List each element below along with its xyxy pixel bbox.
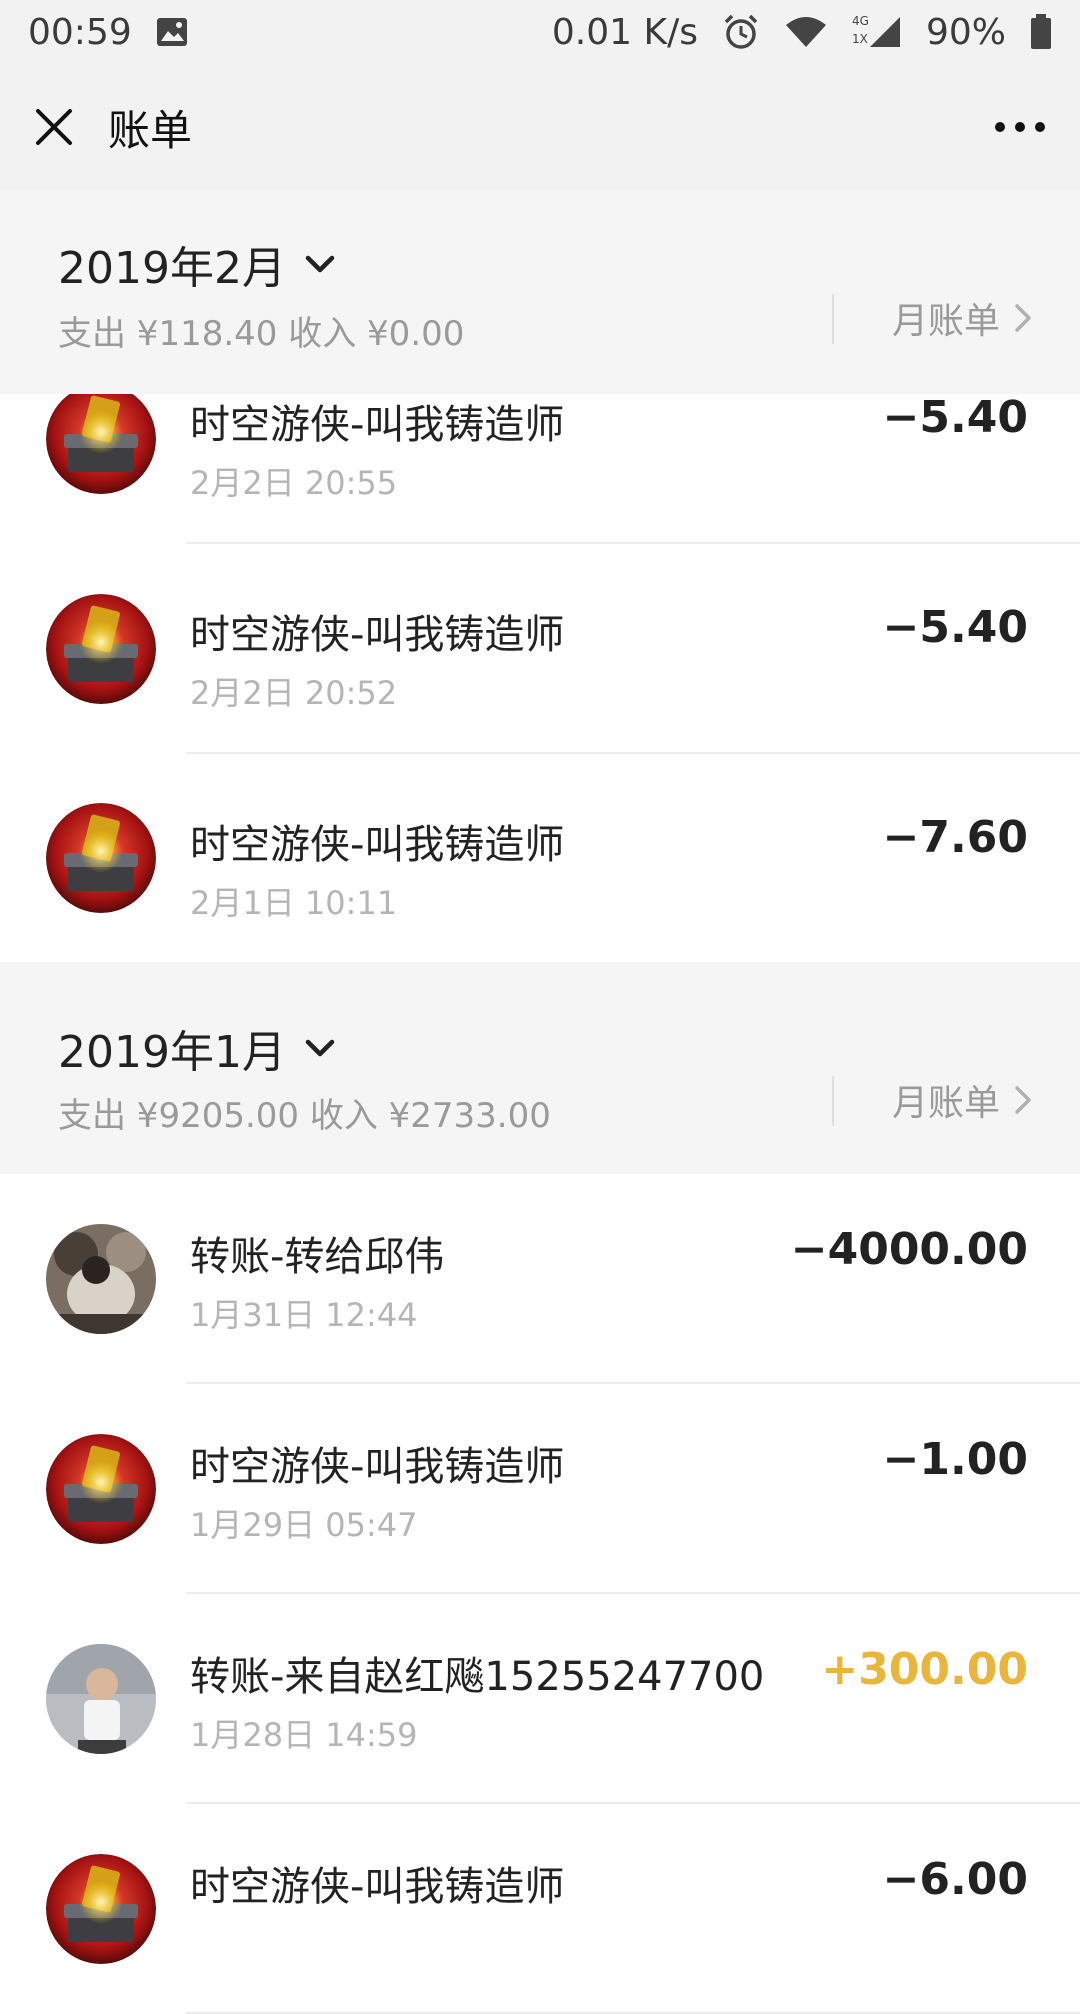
transaction-time: 2月2日 20:52	[190, 674, 398, 712]
status-bar: 00:59 0.01 K/s 4G 1X 90%	[0, 0, 1080, 64]
month-title: 2019年2月	[58, 243, 286, 294]
transaction-row[interactable]: 时空游侠-叫我铸造师 2月2日 20:52 −5.40	[0, 544, 1080, 754]
chevron-down-icon	[305, 255, 335, 273]
game-avatar	[46, 1434, 156, 1544]
user-avatar-1	[46, 1224, 156, 1334]
battery-icon	[1030, 14, 1052, 50]
close-button[interactable]	[34, 107, 74, 147]
transaction-row[interactable]: 转账-来自赵红飚15255247700 1月28日 14:59 +300.00	[0, 1594, 1080, 1804]
transaction-time: 2月2日 20:55	[190, 464, 398, 502]
transaction-title: 转账-来自赵红飚15255247700	[190, 1654, 765, 1700]
close-icon	[36, 109, 72, 145]
game-avatar	[46, 1854, 156, 1964]
transaction-row[interactable]: 时空游侠-叫我铸造师 −6.00	[0, 1804, 1080, 2014]
status-time: 00:59	[28, 11, 132, 53]
monthly-bill-link[interactable]: 月账单	[892, 292, 1032, 344]
net-speed: 0.01 K/s	[551, 11, 698, 53]
divider	[832, 1076, 834, 1126]
transaction-title: 时空游侠-叫我铸造师	[190, 402, 565, 448]
game-avatar	[46, 803, 156, 913]
monthly-bill-label: 月账单	[892, 1083, 1001, 1124]
game-avatar	[46, 384, 156, 494]
transaction-amount: −5.40	[882, 392, 1028, 443]
transaction-amount: −4000.00	[790, 1224, 1028, 1275]
chevron-right-icon	[1015, 304, 1031, 332]
chevron-down-icon	[305, 1039, 335, 1057]
month-header: 2019年1月 支出 ¥9205.00 收入 ¥2733.00 月账单	[0, 962, 1080, 1174]
transaction-title: 转账-转给邱伟	[190, 1234, 445, 1280]
transaction-title: 时空游侠-叫我铸造师	[190, 822, 565, 868]
transaction-amount: −6.00	[882, 1854, 1028, 1905]
monthly-bill-link[interactable]: 月账单	[892, 1074, 1032, 1126]
chevron-right-icon	[1015, 1086, 1031, 1114]
image-icon	[156, 17, 188, 47]
transaction-amount: +300.00	[821, 1644, 1028, 1695]
alarm-icon	[722, 13, 760, 51]
transaction-title: 时空游侠-叫我铸造师	[190, 1444, 565, 1490]
network-type-top: 4G	[851, 14, 869, 28]
monthly-bill-label: 月账单	[892, 301, 1001, 342]
transaction-amount: −1.00	[882, 1434, 1028, 1485]
transaction-row[interactable]: 转账-转给邱伟 1月31日 12:44 −4000.00	[0, 1174, 1080, 1384]
network-type-bottom: 1X	[851, 32, 868, 46]
transaction-title: 时空游侠-叫我铸造师	[190, 1864, 565, 1910]
battery-level: 90%	[925, 11, 1006, 53]
month-header: 2019年2月 支出 ¥118.40 收入 ¥0.00 月账单	[0, 190, 1080, 394]
signal-icon: 4G 1X	[852, 12, 902, 52]
more-button[interactable]	[994, 121, 1046, 133]
wifi-icon	[784, 15, 828, 49]
divider	[832, 294, 834, 344]
page-title: 账单	[108, 105, 193, 155]
transaction-row[interactable]: 时空游侠-叫我铸造师 1月29日 05:47 −1.00	[0, 1384, 1080, 1594]
transaction-amount: −7.60	[882, 812, 1028, 863]
transaction-time: 1月31日 12:44	[190, 1296, 418, 1334]
month-summary: 支出 ¥118.40 收入 ¥0.00	[58, 314, 465, 354]
transaction-row[interactable]: 时空游侠-叫我铸造师 2月1日 10:11 −7.60	[0, 754, 1080, 962]
transaction-time: 1月29日 05:47	[190, 1506, 418, 1544]
more-icon	[995, 122, 1045, 132]
transaction-time: 1月28日 14:59	[190, 1716, 418, 1754]
user-avatar-2	[46, 1644, 156, 1754]
transaction-time: 2月1日 10:11	[190, 884, 398, 922]
transaction-amount: −5.40	[882, 602, 1028, 653]
month-selector[interactable]: 2019年2月	[58, 232, 336, 296]
nav-bar: 账单	[0, 64, 1080, 190]
game-avatar	[46, 594, 156, 704]
transaction-title: 时空游侠-叫我铸造师	[190, 612, 565, 658]
month-title: 2019年1月	[58, 1027, 286, 1078]
month-summary: 支出 ¥9205.00 收入 ¥2733.00	[58, 1096, 551, 1136]
month-selector[interactable]: 2019年1月	[58, 1016, 336, 1080]
